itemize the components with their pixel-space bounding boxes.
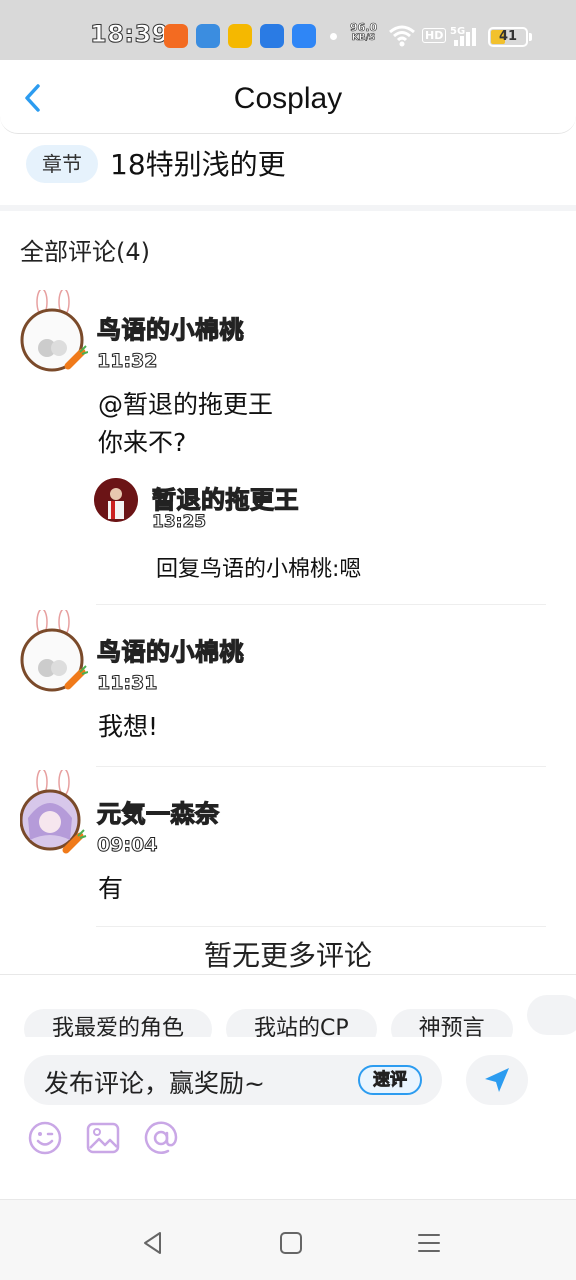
comment-time: 09:04 <box>96 834 158 857</box>
network-speed-unit: KB/S <box>351 33 376 44</box>
bunny-avatar-icon <box>20 288 89 372</box>
app-notification-icon <box>292 24 316 48</box>
send-icon <box>485 1068 509 1092</box>
app-notification-icon <box>228 24 252 48</box>
chapter-row[interactable]: 章节 18特别浅的更 <box>0 140 576 204</box>
system-nav-bar <box>0 1200 576 1280</box>
comment-time: 11:31 <box>96 672 158 695</box>
comment-text: 有 <box>98 874 124 903</box>
battery-tip <box>529 33 532 41</box>
app-notification-icon <box>260 24 284 48</box>
bunny-avatar-icon <box>20 608 89 692</box>
quick-tag[interactable]: 我最爱的角色 <box>24 1009 213 1037</box>
app-notification-icon <box>196 24 220 48</box>
comment-username[interactable]: 元気一森奈 <box>96 794 219 829</box>
status-time: 18:39 <box>90 20 169 49</box>
square-home-icon <box>280 1232 302 1254</box>
notification-app-icons <box>164 24 316 48</box>
quick-tag[interactable] <box>526 995 576 1035</box>
comment-text: @暂退的拖更王 你来不? <box>98 390 274 457</box>
header: Cosplay <box>0 60 576 134</box>
svg-text:5G: 5G <box>450 26 465 37</box>
network-speed-value: 96.0 <box>350 21 378 34</box>
comment-separator <box>96 926 546 927</box>
battery-percent: 41 <box>498 29 518 44</box>
comment-username[interactable]: 鸟语的小棉桃 <box>96 632 244 667</box>
reply-username[interactable]: 暂退的拖更王 <box>151 480 299 515</box>
status-dot <box>330 33 337 40</box>
nav-home-button[interactable] <box>276 1228 306 1258</box>
image-icon[interactable] <box>84 1119 122 1157</box>
comments-header: 全部评论(4) <box>20 238 150 266</box>
quick-tag[interactable]: 我站的CP <box>226 1009 377 1037</box>
nav-menu-button[interactable] <box>414 1228 444 1258</box>
signal-5g-icon: 5G <box>450 26 476 46</box>
avatar[interactable] <box>19 768 87 854</box>
nav-back-button[interactable] <box>138 1228 168 1258</box>
battery-icon: 41 <box>488 27 528 47</box>
wifi-icon <box>389 25 415 47</box>
at-icon[interactable] <box>142 1119 180 1157</box>
page-title: Cosplay <box>233 82 343 115</box>
tool-icons <box>26 1119 180 1157</box>
send-button[interactable] <box>466 1055 528 1105</box>
reply-avatar[interactable] <box>94 478 138 522</box>
person-avatar-icon <box>94 478 138 522</box>
reply-time: 13:25 <box>151 512 207 533</box>
no-more-comments: 暂无更多评论 <box>203 939 372 972</box>
comment-input-panel: 我最爱的角色 我站的CP 神预言 发布评论，赢奖励~ 速评 <box>0 974 576 1200</box>
quick-tag[interactable]: 神预言 <box>390 1009 513 1037</box>
comment-input-placeholder: 发布评论，赢奖励~ <box>44 1069 265 1098</box>
comment-text: 我想! <box>98 712 159 741</box>
section-divider <box>0 205 576 211</box>
comment-input[interactable]: 发布评论，赢奖励~ 速评 <box>24 1055 442 1105</box>
triangle-back-icon <box>144 1232 161 1254</box>
avatar[interactable] <box>20 288 89 372</box>
comment-time: 11:32 <box>96 350 158 373</box>
chapter-name[interactable]: 18特别浅的更 <box>110 146 286 184</box>
comment-separator <box>96 766 546 767</box>
emoji-icon[interactable] <box>26 1119 64 1157</box>
chapter-tag: 章节 <box>26 145 98 183</box>
quick-review-button[interactable]: 速评 <box>358 1065 422 1095</box>
hd-icon: HD <box>422 28 447 43</box>
quick-tags: 我最爱的角色 我站的CP 神预言 <box>24 995 576 1037</box>
comment-separator <box>96 604 546 605</box>
comment-username[interactable]: 鸟语的小棉桃 <box>96 310 244 345</box>
anime-avatar-icon <box>19 768 87 854</box>
status-bar: 18:39 96.0 KB/S HD 5G 41 <box>0 0 576 60</box>
avatar[interactable] <box>20 608 89 692</box>
reply-text: 回复鸟语的小棉桃:嗯 <box>156 557 362 582</box>
menu-icon <box>418 1234 440 1252</box>
network-speed: 96.0 KB/S <box>350 21 378 44</box>
app-notification-icon <box>164 24 188 48</box>
